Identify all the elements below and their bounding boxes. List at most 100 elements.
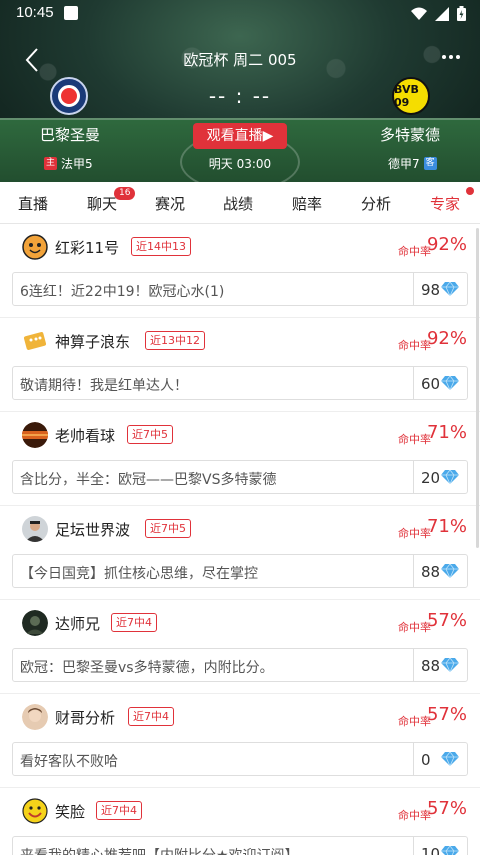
recommendation-text: 看好客队不败哈 xyxy=(20,754,118,770)
match-header: 10:45 欧冠杯 周二 005 BVB 09 -- : -- 巴黎圣曼 多特蒙… xyxy=(0,0,480,182)
hit-rate-value: 71% xyxy=(426,516,467,537)
expert-name: 红彩11号 xyxy=(55,239,120,257)
tab-record[interactable]: 战绩 xyxy=(223,193,253,214)
tab-chat[interactable]: 聊天 xyxy=(87,193,117,214)
pitch-line xyxy=(0,118,480,120)
match-score: -- : -- xyxy=(208,84,272,108)
divider xyxy=(413,743,414,775)
recommendation-box[interactable]: 含比分，半全：欧冠——巴黎VS多特蒙德 20 xyxy=(12,460,468,494)
record-badge: 近7中4 xyxy=(111,613,157,632)
divider xyxy=(413,273,414,305)
hit-rate-value: 71% xyxy=(426,422,467,443)
hit-rate-value: 57% xyxy=(426,798,467,819)
expert-card[interactable]: 足坛世界波 近7中5 命中率 71% 【今日国竞】抓住核心思维，尽在掌控 88 xyxy=(0,506,480,600)
divider xyxy=(413,837,414,855)
tab-match-status[interactable]: 赛况 xyxy=(155,193,185,214)
price-value: 0 xyxy=(421,751,431,769)
record-badge: 近13中12 xyxy=(145,331,205,350)
expert-name: 足坛世界波 xyxy=(55,521,131,539)
avatar xyxy=(22,328,48,354)
price-value: 60 xyxy=(421,375,441,393)
price-value: 10 xyxy=(421,845,441,855)
tab-experts[interactable]: 专家 xyxy=(430,193,460,214)
diamond-icon xyxy=(441,658,459,672)
status-bar: 10:45 xyxy=(0,0,480,26)
record-badge: 近7中4 xyxy=(128,707,174,726)
tab-odds[interactable]: 赔率 xyxy=(292,193,322,214)
notification-icon xyxy=(64,6,78,20)
expert-card[interactable]: 神算子浪东 近13中12 命中率 92% 敬请期待！我是红单达人！ 60 xyxy=(0,318,480,412)
away-league-rank: 德甲7 xyxy=(388,157,420,171)
expert-card[interactable]: 老帅看球 近7中5 命中率 71% 含比分，半全：欧冠——巴黎VS多特蒙德 20 xyxy=(0,412,480,506)
divider xyxy=(413,461,414,493)
recommendation-box[interactable]: 来看我的精心推荐吧【内附比分★欢迎订阅】 10 xyxy=(12,836,468,855)
record-badge: 近7中5 xyxy=(127,425,173,444)
recommendation-box[interactable]: 欧冠：巴黎圣曼vs多特蒙德，内附比分。 88 xyxy=(12,648,468,682)
match-title: 欧冠杯 周二 005 xyxy=(183,51,297,69)
list-scrollbar[interactable] xyxy=(476,228,479,548)
expert-name: 达师兄 xyxy=(55,615,101,633)
signal-icon xyxy=(435,6,449,21)
more-options-icon[interactable] xyxy=(440,50,462,64)
diamond-icon xyxy=(441,376,459,390)
diamond-icon xyxy=(441,846,459,855)
price-value: 20 xyxy=(421,469,441,487)
record-badge: 近7中5 xyxy=(145,519,191,538)
recommendation-text: 6连红！近22中19！欧冠心水(1) xyxy=(20,284,225,300)
avatar xyxy=(22,610,48,636)
avatar xyxy=(22,704,48,730)
diamond-icon xyxy=(441,564,459,578)
status-time: 10:45 xyxy=(16,4,54,21)
expert-name: 笑脸 xyxy=(55,803,86,821)
home-team-name: 巴黎圣曼 xyxy=(39,126,100,144)
divider xyxy=(413,649,414,681)
away-tag-badge: 客 xyxy=(423,157,437,170)
wifi-icon xyxy=(411,7,427,20)
tab-live[interactable]: 直播 xyxy=(18,193,48,214)
chat-count-badge: 16 xyxy=(114,187,136,200)
recommendation-text: 欧冠：巴黎圣曼vs多特蒙德，内附比分。 xyxy=(20,660,274,676)
hit-rate-value: 57% xyxy=(426,704,467,725)
avatar xyxy=(22,234,48,260)
recommendation-box[interactable]: 6连红！近22中19！欧冠心水(1) 98 xyxy=(12,272,468,306)
away-team-name: 多特蒙德 xyxy=(379,126,440,144)
divider xyxy=(413,555,414,587)
recommendation-text: 来看我的精心推荐吧【内附比分★欢迎订阅】 xyxy=(20,845,410,855)
status-icons xyxy=(411,6,466,21)
hit-rate-value: 57% xyxy=(426,610,467,631)
expert-card[interactable]: 达师兄 近7中4 命中率 57% 欧冠：巴黎圣曼vs多特蒙德，内附比分。 88 xyxy=(0,600,480,694)
tab-bar: 直播 聊天 16 赛况 战绩 赔率 分析 专家 xyxy=(0,182,480,224)
diamond-icon xyxy=(441,470,459,484)
recommendation-text: 【今日国竞】抓住核心思维，尽在掌控 xyxy=(20,566,258,582)
battery-icon xyxy=(457,6,466,21)
recommendation-text: 敬请期待！我是红单达人！ xyxy=(20,378,188,394)
expert-card[interactable]: 红彩11号 近14中13 命中率 92% 6连红！近22中19！欧冠心水(1) … xyxy=(0,224,480,318)
expert-name: 神算子浪东 xyxy=(55,333,131,351)
diamond-icon xyxy=(441,752,459,766)
recommendation-box[interactable]: 【今日国竞】抓住核心思维，尽在掌控 88 xyxy=(12,554,468,588)
watch-live-button[interactable]: 观看直播▶ xyxy=(193,123,287,149)
hit-rate-value: 92% xyxy=(426,234,467,255)
avatar xyxy=(22,798,48,824)
avatar xyxy=(22,516,48,542)
expert-list: 红彩11号 近14中13 命中率 92% 6连红！近22中19！欧冠心水(1) … xyxy=(0,224,480,855)
divider xyxy=(413,367,414,399)
tab-analysis[interactable]: 分析 xyxy=(361,193,391,214)
hit-rate-value: 92% xyxy=(426,328,467,349)
experts-new-dot xyxy=(466,187,474,195)
record-badge: 近14中13 xyxy=(131,237,191,256)
record-badge: 近7中4 xyxy=(96,801,142,820)
expert-name: 财哥分析 xyxy=(55,709,116,727)
recommendation-box[interactable]: 敬请期待！我是红单达人！ 60 xyxy=(12,366,468,400)
avatar xyxy=(22,422,48,448)
diamond-icon xyxy=(441,282,459,296)
price-value: 98 xyxy=(421,281,441,299)
recommendation-box[interactable]: 看好客队不败哈 0 xyxy=(12,742,468,776)
price-value: 88 xyxy=(421,563,441,581)
expert-card[interactable]: 财哥分析 近7中4 命中率 57% 看好客队不败哈 0 xyxy=(0,694,480,788)
expert-card[interactable]: 笑脸 近7中4 命中率 57% 来看我的精心推荐吧【内附比分★欢迎订阅】 10 xyxy=(0,788,480,855)
away-team-league: 德甲7 客 xyxy=(388,155,437,172)
expert-name: 老帅看球 xyxy=(55,427,116,445)
price-value: 88 xyxy=(421,657,441,675)
recommendation-text: 含比分，半全：欧冠——巴黎VS多特蒙德 xyxy=(20,472,277,488)
